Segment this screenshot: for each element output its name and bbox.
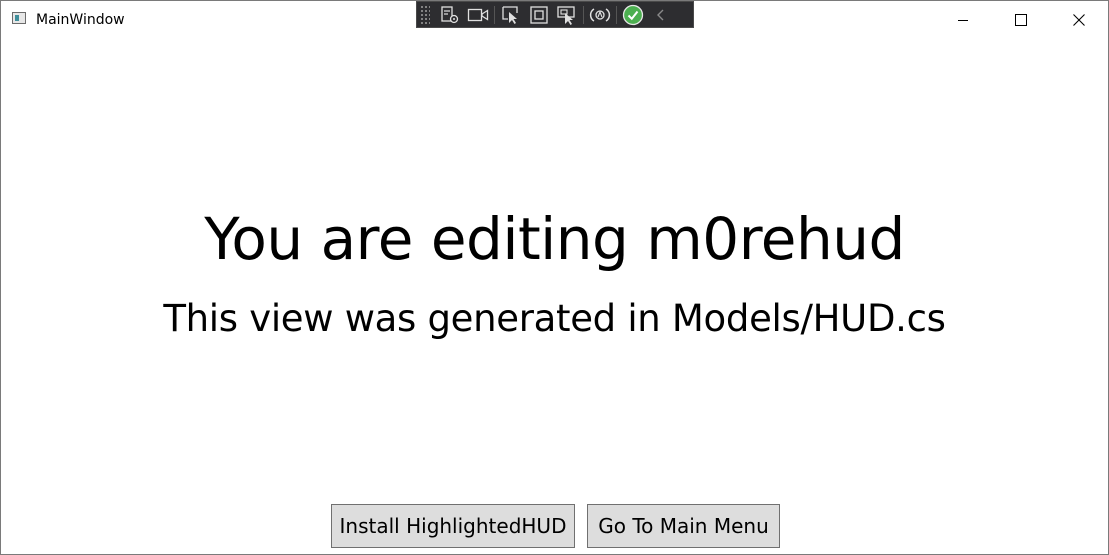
hot-reload-icon [589,7,611,22]
collapse-chevron-icon [657,9,664,20]
maximize-button[interactable] [992,1,1050,39]
layout-adorners-button[interactable] [525,3,553,27]
live-visual-tree-button[interactable] [436,3,464,27]
minimize-icon [958,20,968,21]
toolbar-grip[interactable] [420,4,430,25]
select-element-button[interactable] [497,3,525,27]
display-layout-adorners-icon [530,5,548,24]
track-focus-button[interactable] [553,3,581,27]
action-buttons: Install HighlightedHUD Go To Main Menu [331,504,780,548]
app-icon [12,12,26,24]
collapse-toolbar-button[interactable] [647,3,675,27]
close-icon [1073,14,1085,26]
toolbar-separator [583,5,584,24]
binding-check-icon [622,4,644,25]
install-hud-button[interactable]: Install HighlightedHUD [331,504,575,548]
track-focused-element-icon [557,5,575,25]
select-element-icon [502,5,518,24]
window-controls [934,1,1108,39]
hot-reload-button[interactable] [586,3,614,27]
heading: You are editing m0rehud [204,205,905,273]
main-menu-button[interactable]: Go To Main Menu [587,504,780,548]
camera-icon [467,8,489,21]
close-button[interactable] [1050,1,1108,39]
toolbar-separator [494,5,495,24]
main-window: MainWindow You are editing m0rehud This … [0,0,1109,555]
binding-status-button[interactable] [619,3,647,27]
window-title: MainWindow [36,12,125,28]
xaml-debug-toolbar [416,1,694,28]
minimize-button[interactable] [934,1,992,39]
screenshot-button[interactable] [464,3,492,27]
live-visual-tree-icon [441,5,459,23]
toolbar-separator [616,5,617,24]
subheading: This view was generated in Models/HUD.cs [163,297,946,340]
maximize-icon [1015,14,1027,26]
